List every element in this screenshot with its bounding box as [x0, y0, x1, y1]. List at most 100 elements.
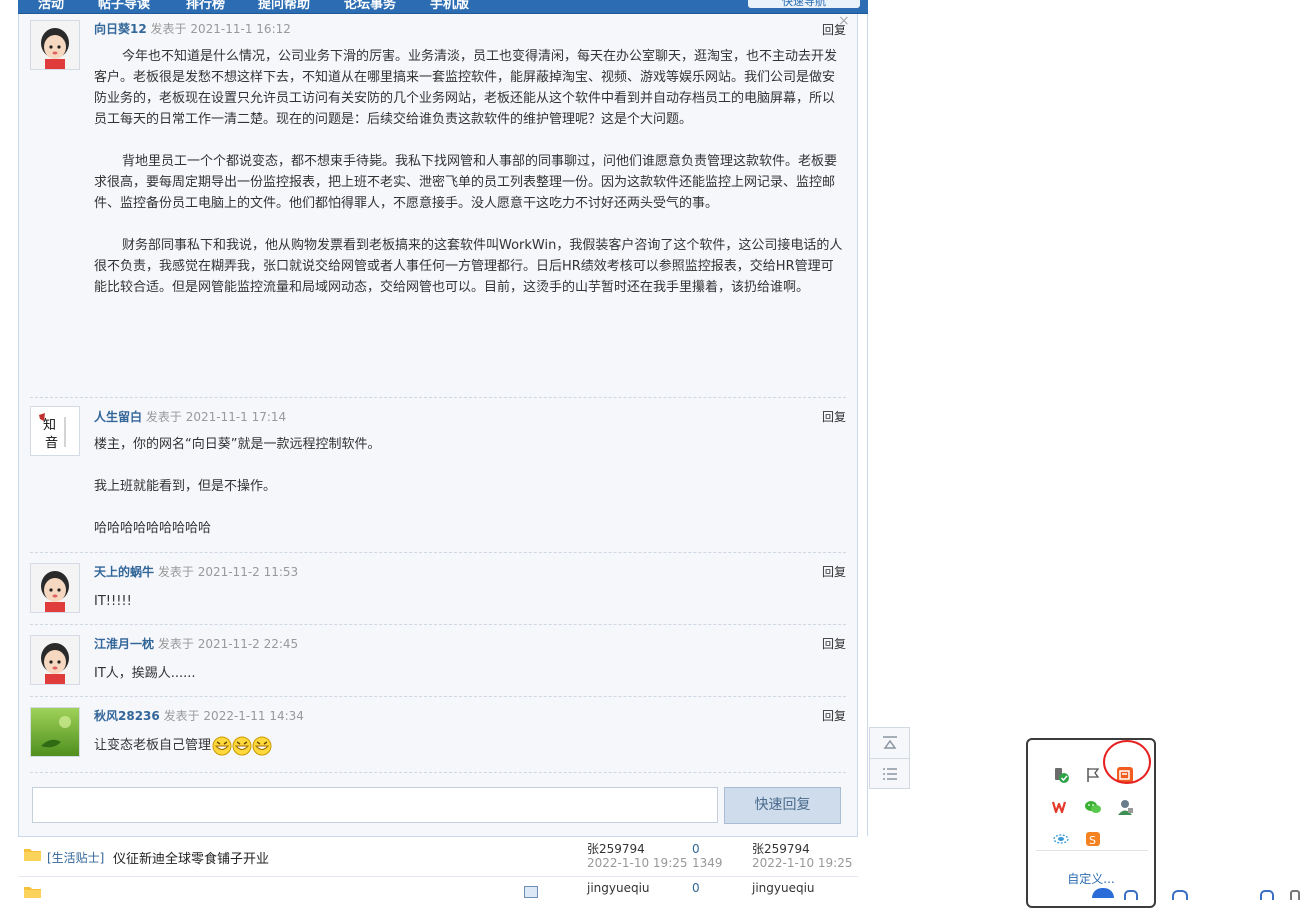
post: 秋风28236 发表于 2022-1-11 14:34 回复 让变态老板自己管理 — [30, 697, 846, 773]
posted-label: 发表于 — [157, 637, 194, 651]
post-time: 2021-11-1 16:12 — [190, 22, 291, 36]
folder-icon — [24, 887, 41, 898]
user-agent-icon[interactable] — [1114, 796, 1136, 818]
avatar[interactable] — [30, 707, 80, 757]
reply-count[interactable]: 0 — [692, 881, 700, 895]
nav-item-mobile[interactable]: 手机版 — [430, 0, 469, 12]
thread-author[interactable]: jingyueqiu — [587, 881, 650, 895]
thread-last-post-cell: 张259794 2022-1-10 19:25 — [752, 842, 853, 870]
nav-item-ranking[interactable]: 排行榜 — [186, 0, 225, 12]
customize-link[interactable]: 自定义... — [1028, 870, 1154, 887]
divider — [30, 772, 846, 773]
nav-item-guide[interactable]: 帖子导读 — [98, 0, 150, 12]
wps-office-icon[interactable] — [1050, 796, 1072, 818]
post-author[interactable]: 江淮月一枕 — [94, 637, 154, 651]
thread-author[interactable]: 张259794 — [587, 842, 688, 856]
quick-reply-input[interactable] — [32, 787, 718, 823]
taskbar-icon[interactable] — [1290, 890, 1300, 900]
post-time: 2021-11-2 11:53 — [197, 565, 299, 579]
reply-link[interactable]: 回复 — [822, 635, 846, 652]
thread-stats-cell: 0 1349 — [692, 842, 723, 870]
post-time: 2022-1-11 14:34 — [203, 709, 304, 723]
taskbar-icon[interactable] — [1124, 890, 1138, 900]
security-shield-icon[interactable] — [1050, 764, 1072, 786]
back-to-top-icon — [882, 736, 897, 749]
quick-reply-button[interactable]: 快速回复 — [724, 787, 841, 824]
post-author[interactable]: 向日葵12 — [94, 22, 147, 36]
post-paragraph: 楼主，你的网名“向日葵”就是一款远程控制软件。 — [94, 437, 381, 452]
folder-icon — [24, 849, 41, 861]
cloud-sync-icon[interactable] — [1050, 828, 1072, 850]
list-view-button[interactable] — [870, 758, 909, 789]
post-content: 今年也不知道是什么情况，公司业务下滑的厉害。业务清淡，员工也变得清闲，每天在办公… — [94, 46, 844, 319]
sogou-input-icon[interactable]: S — [1082, 828, 1104, 850]
last-post-date: 2022-1-10 19:25 — [752, 856, 853, 870]
avatar[interactable]: 知 音 — [30, 406, 80, 456]
thread-list-row[interactable]: [生活贴士] 仪征新迪全球零食铺子开业 张259794 2022-1-10 19… — [18, 836, 858, 877]
post-paragraph: 让变态老板自己管理 — [94, 738, 212, 753]
thread-stats-cell: 0 — [692, 881, 700, 895]
thread-category[interactable]: [生活贴士] — [47, 849, 104, 866]
last-poster[interactable]: jingyueqiu — [752, 881, 815, 895]
post-paragraph: IT!!!!! — [94, 594, 132, 609]
posted-label: 发表于 — [157, 565, 194, 579]
reply-link[interactable]: 回复 — [822, 707, 846, 724]
thread-author-cell: jingyueqiu — [587, 881, 650, 895]
nav-item-activity[interactable]: 活动 — [38, 0, 64, 12]
wechat-icon[interactable] — [1082, 796, 1104, 818]
post-author[interactable]: 秋风28236 — [94, 709, 160, 723]
nav-item-affairs[interactable]: 论坛事务 — [344, 0, 396, 12]
svg-text:S: S — [1089, 834, 1096, 847]
reply-link[interactable]: 回复 — [822, 408, 846, 425]
post-paragraph: 背地里员工一个个都说变态，都不想束手待毙。我私下找网管和人事部的同事聊过，问他们… — [94, 154, 838, 211]
avatar[interactable] — [30, 635, 80, 685]
post-paragraph: 财务部同事私下和我说，他从购物发票看到老板搞来的这套软件叫WorkWin，我假装… — [94, 238, 843, 295]
post-paragraph: 我上班就能看到，但是不操作。 — [94, 479, 277, 494]
flag-icon[interactable] — [1082, 764, 1104, 786]
posted-label: 发表于 — [145, 410, 182, 424]
list-icon — [882, 768, 897, 780]
post: 天上的蜗牛 发表于 2021-11-2 11:53 回复 IT!!!!! — [30, 553, 846, 625]
reply-link[interactable]: 回复 — [822, 563, 846, 580]
avatar[interactable] — [30, 20, 80, 70]
posted-label: 发表于 — [150, 22, 187, 36]
back-to-top-button[interactable] — [870, 728, 909, 758]
page-divider — [867, 14, 868, 836]
post-time: 2021-11-2 22:45 — [197, 637, 299, 651]
reply-link[interactable]: 回复 — [822, 21, 846, 38]
thread-list-row[interactable]: jingyueqiu 0 jingyueqiu — [18, 877, 858, 898]
svg-text:知: 知 — [43, 417, 56, 433]
post-meta: 江淮月一枕 发表于 2021-11-2 22:45 — [94, 635, 298, 652]
grin-emoji-icon — [212, 736, 272, 756]
quick-nav-button[interactable]: 快速导航 — [748, 0, 860, 8]
post-time: 2021-11-1 17:14 — [185, 410, 287, 424]
post-paragraph: 哈哈哈哈哈哈哈哈哈 — [94, 521, 212, 536]
taskbar-icon[interactable] — [1260, 890, 1274, 900]
thread-last-post-cell: jingyueqiu — [752, 881, 815, 895]
post-meta: 人生留白 发表于 2021-11-1 17:14 — [94, 408, 286, 425]
post: 向日葵12 发表于 2021-11-1 16:12 回复 今年也不知道是什么情况… — [30, 14, 846, 398]
ime-icon[interactable] — [1092, 888, 1114, 898]
reply-count[interactable]: 0 — [692, 842, 723, 856]
top-navigation-bar: 活动 帖子导读 排行榜 提问帮助 论坛事务 手机版 快速导航 — [18, 0, 868, 14]
view-count: 1349 — [692, 856, 723, 870]
posted-label: 发表于 — [163, 709, 200, 723]
post: 知 音 人生留白 发表于 2021-11-1 17:14 回复 楼主，你的网名“… — [30, 398, 846, 553]
svg-text:音: 音 — [45, 435, 58, 451]
taskbar-strip — [860, 888, 1316, 900]
thread-title[interactable]: 仪征新迪全球零食铺子开业 — [113, 848, 269, 867]
post-meta: 秋风28236 发表于 2022-1-11 14:34 — [94, 707, 304, 724]
avatar[interactable] — [30, 563, 80, 613]
thread-author-date: 2022-1-10 19:25 — [587, 856, 688, 870]
thread-author-cell: 张259794 2022-1-10 19:25 — [587, 842, 688, 870]
side-toolbar — [869, 727, 910, 789]
post-paragraph: 今年也不知道是什么情况，公司业务下滑的厉害。业务清淡，员工也变得清闲，每天在办公… — [94, 49, 838, 127]
nav-item-help[interactable]: 提问帮助 — [258, 0, 310, 12]
post-paragraph: IT人，挨踢人...... — [94, 666, 196, 681]
post-author[interactable]: 人生留白 — [94, 410, 142, 424]
last-poster[interactable]: 张259794 — [752, 842, 853, 856]
taskbar-icon[interactable] — [1172, 890, 1188, 900]
post-content: 楼主，你的网名“向日葵”就是一款远程控制软件。 我上班就能看到，但是不操作。 哈… — [94, 434, 844, 560]
image-attachment-icon — [524, 886, 538, 898]
post-author[interactable]: 天上的蜗牛 — [94, 565, 154, 579]
